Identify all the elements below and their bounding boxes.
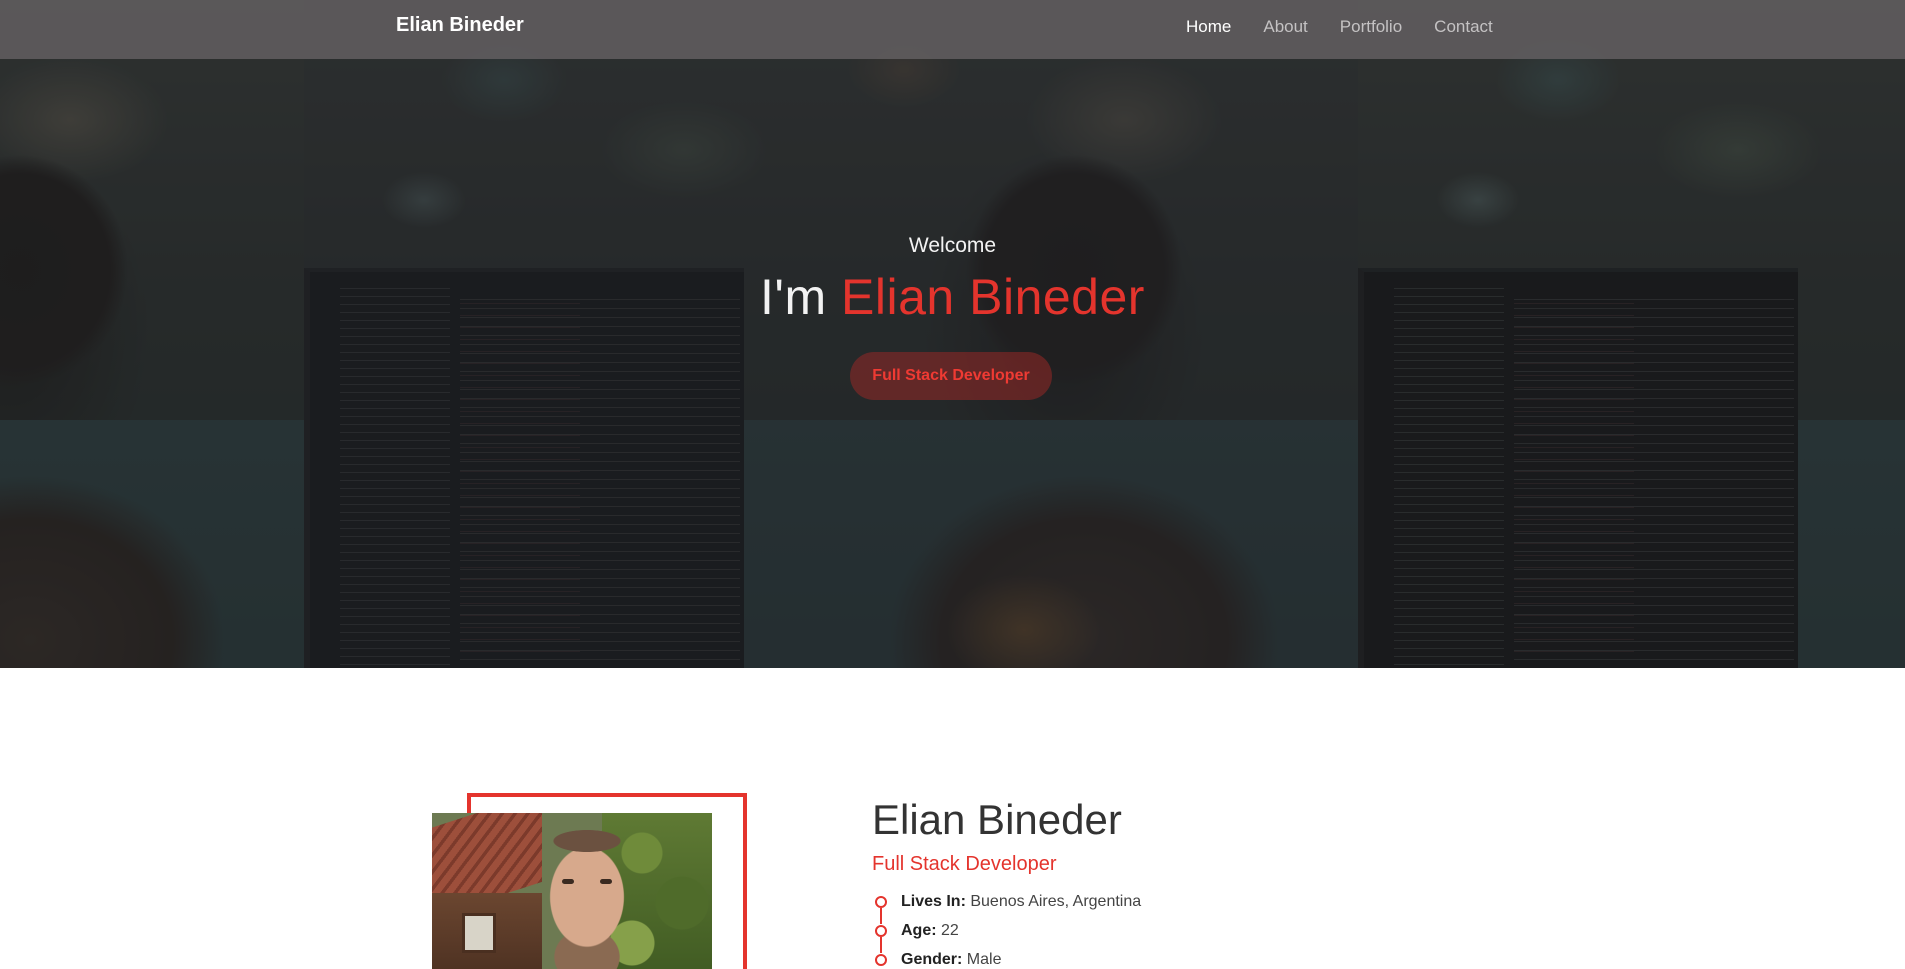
nav-link-about[interactable]: About [1263, 17, 1307, 37]
timeline-dot-icon [875, 954, 887, 966]
profile-photo [432, 813, 712, 969]
brand-logo[interactable]: Elian Bineder [396, 14, 524, 37]
fact-lives-in: Lives In: Buenos Aires, Argentina [872, 893, 1142, 924]
hero-welcome-text: Welcome [908, 234, 997, 257]
timeline-dot-icon [875, 925, 887, 937]
about-name: Elian Bineder [872, 796, 1122, 843]
nav-link-contact[interactable]: Contact [1434, 17, 1493, 37]
fact-label: Lives In: [901, 893, 971, 910]
fact-value: Buenos Aires, Argentina [970, 893, 1142, 910]
fact-gender: Gender: Male [872, 951, 1141, 969]
fact-value: Male [966, 951, 1002, 968]
hero-title-prefix: I'm [760, 269, 827, 325]
hero-content: Welcome I'm Elian Bineder Full Stack Dev… [0, 0, 1905, 668]
top-navbar: Elian Bineder Home About Portfolio Conta… [0, 0, 1905, 59]
fact-label: Age: [901, 922, 941, 939]
fact-age: Age: 22 [872, 922, 1141, 953]
about-facts-list: Lives In: Buenos Aires, Argentina Age: 2… [872, 893, 1141, 969]
nav-link-home[interactable]: Home [1186, 17, 1231, 37]
hero-role-badge: Full Stack Developer [850, 352, 1052, 400]
fact-label: Gender: [901, 951, 967, 968]
nav-link-portfolio[interactable]: Portfolio [1340, 17, 1402, 37]
timeline-dot-icon [875, 896, 887, 908]
about-role: Full Stack Developer [872, 853, 1057, 875]
hero-section: Welcome I'm Elian Bineder Full Stack Dev… [0, 0, 1905, 668]
hero-title: I'm Elian Bineder [0, 268, 1905, 326]
fact-value: 22 [941, 922, 959, 939]
nav-links: Home About Portfolio Contact [1186, 17, 1525, 37]
hero-title-name: Elian Bineder [841, 269, 1145, 325]
